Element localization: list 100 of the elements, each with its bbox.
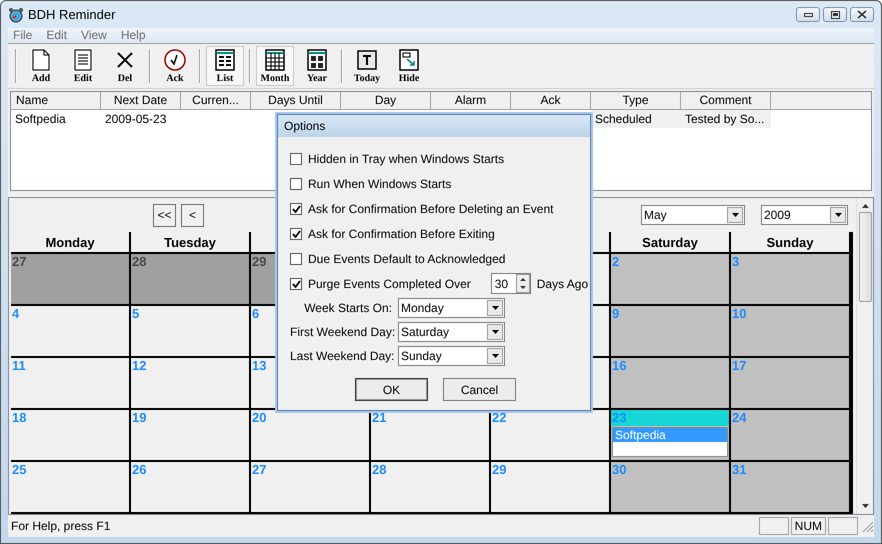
checkbox[interactable] (290, 278, 302, 290)
suffix-label: Days Ago (536, 276, 588, 290)
day-number: 30 (611, 462, 626, 478)
status-text: For Help, press F1 (11, 519, 112, 533)
list-icon (213, 48, 237, 72)
day-number: 13 (251, 358, 266, 374)
toolbar-button[interactable]: Add (22, 46, 60, 86)
dropdown-arrow-icon[interactable] (834, 213, 842, 217)
minimize-button[interactable] (796, 7, 820, 22)
month-dropdown[interactable]: May (641, 205, 745, 225)
dropdown-arrow-icon[interactable] (492, 306, 498, 310)
day-cell[interactable]: 12 (131, 358, 249, 408)
day-cell[interactable]: 22 (491, 410, 609, 460)
event-item[interactable]: Softpedia (613, 428, 727, 442)
column-header[interactable]: Comment (681, 92, 771, 110)
day-number: 3 (731, 254, 740, 270)
day-number: 17 (731, 358, 746, 374)
day-number: 22 (491, 410, 506, 426)
table-cell-text: Softpedia (14, 111, 67, 128)
day-cell[interactable]: 21 (371, 410, 489, 460)
vertical-scrollbar[interactable] (856, 198, 873, 514)
toolbar-button[interactable]: Del (106, 46, 144, 86)
checkbox-label: Hidden in Tray when Windows Starts (308, 152, 504, 166)
toolbar-button[interactable]: Hide (390, 46, 428, 86)
year-dropdown[interactable]: 2009 (761, 205, 848, 225)
column-header[interactable]: Alarm (431, 92, 511, 110)
column-header[interactable]: Ack (511, 92, 591, 110)
day-dropdown[interactable]: Sunday (398, 346, 505, 366)
menu-item[interactable]: Edit (41, 28, 76, 43)
weekday-header: Tuesday (131, 232, 249, 252)
checkbox[interactable] (290, 228, 302, 240)
day-cell[interactable]: 27 (11, 254, 129, 304)
day-cell[interactable]: 28 (371, 462, 489, 512)
day-number: 9 (611, 306, 620, 322)
day-cell[interactable]: 20 (251, 410, 369, 460)
day-dropdown[interactable]: Saturday (398, 322, 505, 342)
toolbar-button[interactable]: Ack (156, 46, 194, 86)
day-cell[interactable]: 23 Softpedia (611, 410, 729, 460)
toolbar-button[interactable]: List (206, 46, 244, 86)
toolbar-button[interactable]: Month (256, 46, 294, 86)
dialog-title: Options (278, 115, 590, 137)
field-label: Week Starts On: (303, 301, 392, 315)
maximize-button[interactable] (823, 7, 847, 22)
nav-button[interactable]: < (181, 204, 204, 226)
number-spinner[interactable]: 30 (490, 273, 531, 294)
checkbox[interactable] (290, 178, 302, 190)
dialog-button[interactable]: Cancel (443, 378, 516, 401)
day-cell[interactable]: 29 (491, 462, 609, 512)
day-cell[interactable]: 27 (251, 462, 369, 512)
spin-arrows-icon[interactable] (516, 274, 530, 293)
resize-grip-icon[interactable] (860, 519, 874, 533)
column-header[interactable]: Name (11, 92, 101, 110)
menu-item[interactable]: Help (116, 28, 155, 43)
day-cell[interactable]: 19 (131, 410, 249, 460)
day-number: 29 (491, 462, 506, 478)
scroll-up-icon[interactable] (862, 204, 868, 208)
table-cell: Tested by So... (681, 110, 771, 128)
alarm-clock-icon (8, 6, 24, 22)
day-cell[interactable]: 11 (11, 358, 129, 408)
dialog-button[interactable]: OK (355, 378, 428, 401)
day-cell[interactable]: 4 (11, 306, 129, 356)
day-number: 27 (251, 462, 266, 478)
toolbar-button[interactable]: Today (348, 46, 386, 86)
scroll-down-icon[interactable] (862, 504, 868, 508)
checkbox[interactable] (290, 152, 302, 164)
dropdown-arrow-icon[interactable] (492, 330, 498, 334)
scroll-thumb[interactable] (858, 212, 872, 302)
checkbox[interactable] (290, 252, 302, 264)
nav-button[interactable]: << (153, 204, 176, 226)
status-pane: NUM (790, 517, 826, 535)
checkbox[interactable] (290, 202, 302, 214)
close-icon (857, 10, 867, 19)
menu-item[interactable]: File (8, 28, 42, 43)
day-number: 21 (371, 410, 386, 426)
day-dropdown[interactable]: Monday (398, 298, 505, 318)
column-header[interactable]: Curren... (181, 92, 251, 110)
weekday-header: Saturday (611, 232, 729, 252)
close-button[interactable] (850, 7, 874, 22)
dropdown-arrow-icon[interactable] (492, 354, 498, 358)
day-cell[interactable]: 28 (131, 254, 249, 304)
day-cell[interactable]: 26 (131, 462, 249, 512)
column-header[interactable]: Type (591, 92, 681, 110)
day-cell[interactable]: 5 (131, 306, 249, 356)
calendar-blocks-icon (305, 48, 329, 72)
day-number: 19 (131, 410, 146, 426)
menu-item[interactable]: View (76, 28, 116, 43)
dropdown-arrow-icon[interactable] (732, 213, 738, 217)
day-cell[interactable]: 18 (11, 410, 129, 460)
day-number: 4 (11, 306, 20, 322)
check-circle-icon (163, 48, 187, 72)
column-header[interactable]: Day (341, 92, 431, 110)
day-number: 25 (11, 462, 26, 478)
day-number: 18 (11, 410, 26, 426)
toolbar-button[interactable]: Edit (64, 46, 102, 86)
day-number: 11 (11, 358, 26, 374)
day-cell[interactable]: 25 (11, 462, 129, 512)
column-header[interactable]: Days Until (251, 92, 341, 110)
toolbar-button[interactable]: Year (298, 46, 336, 86)
column-header[interactable]: Next Date (101, 92, 181, 110)
day-number: 2 (611, 254, 620, 270)
